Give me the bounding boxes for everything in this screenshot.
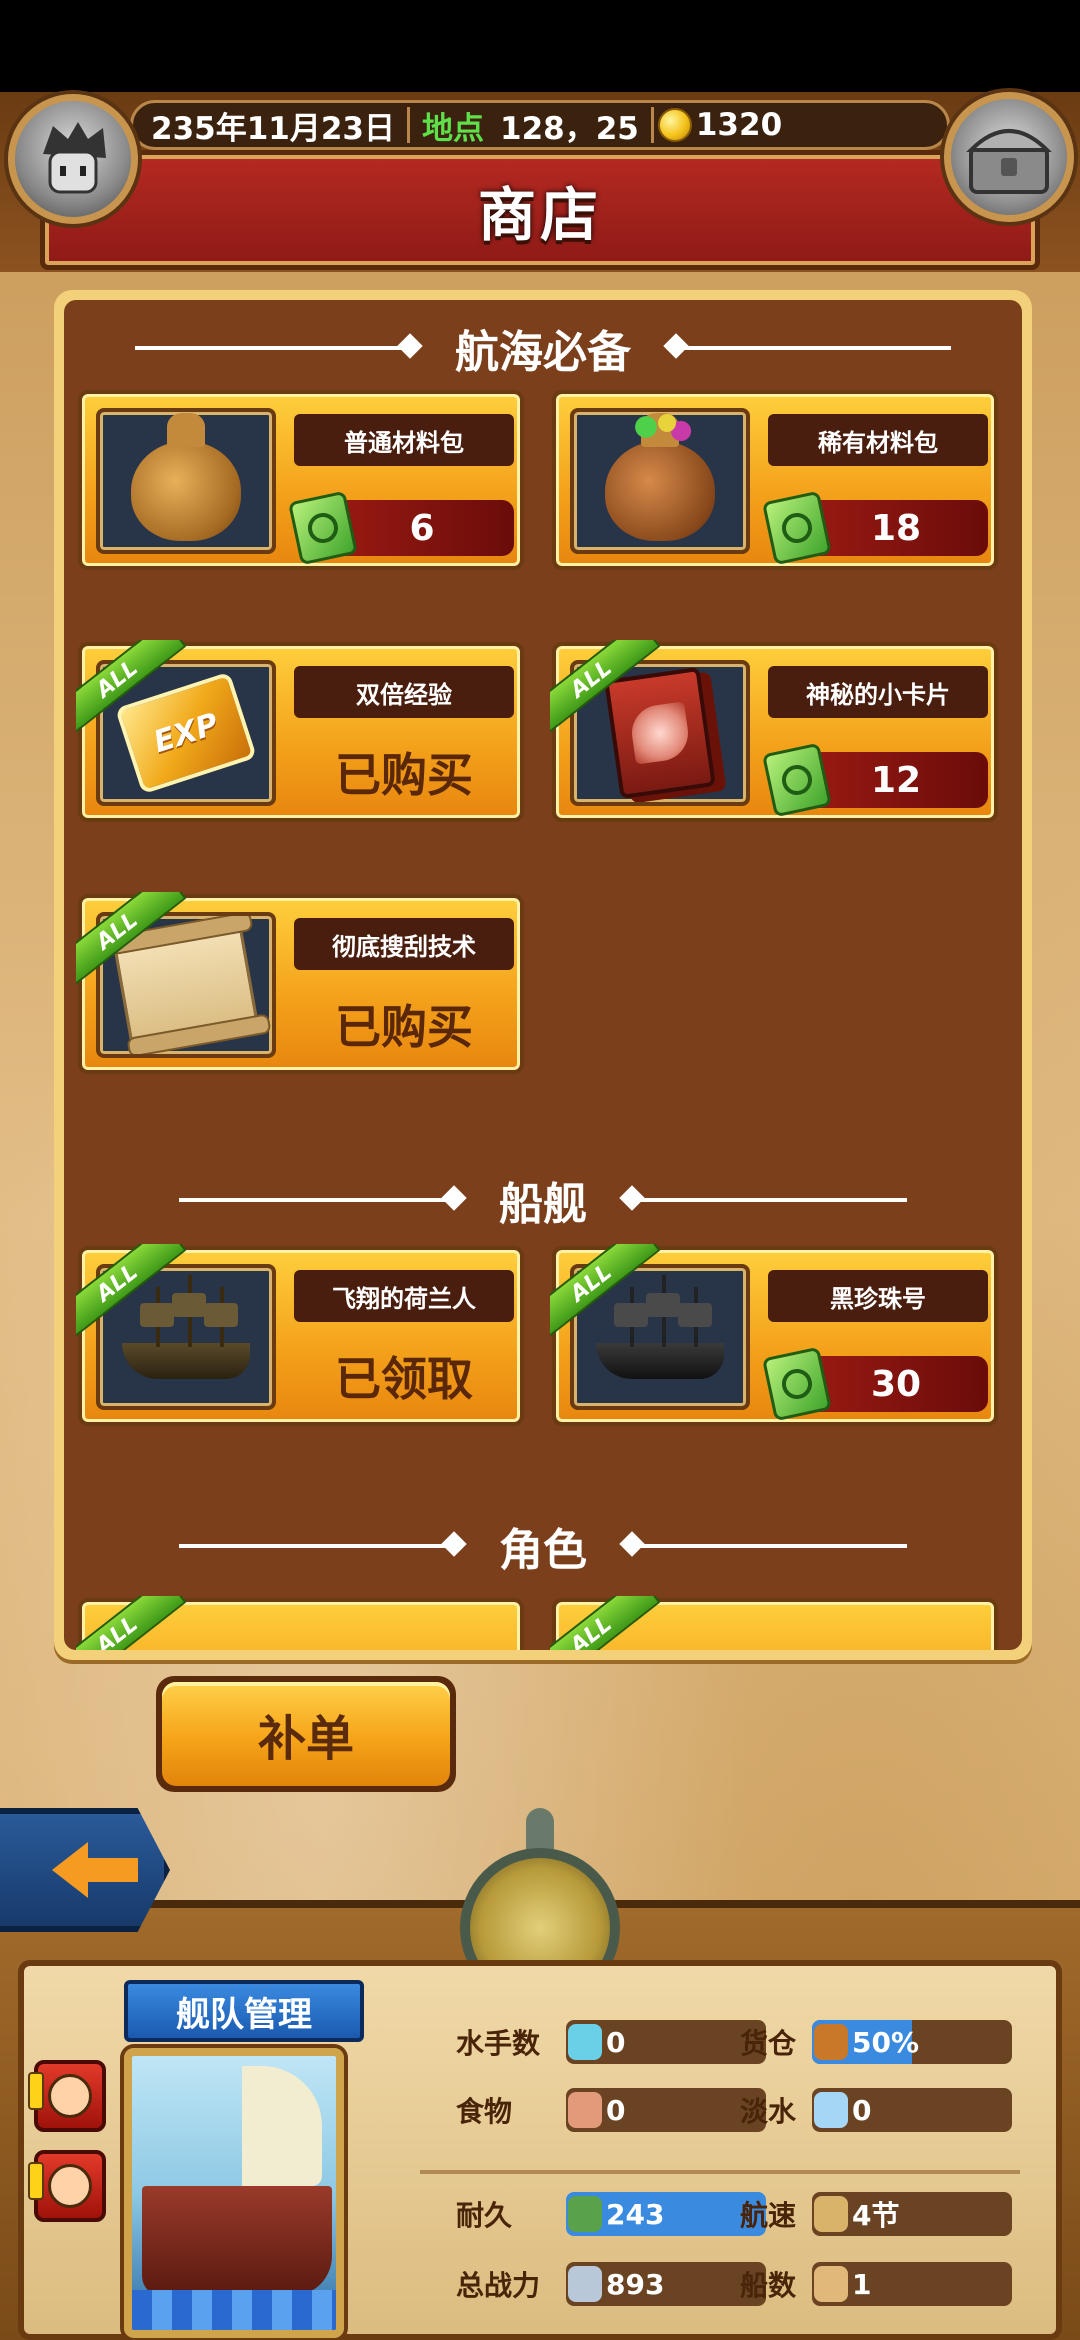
gold-value: 1320	[695, 107, 783, 143]
shop-item-mystery-card[interactable]: ALL 神秘的小卡片 12	[550, 640, 998, 822]
sailor-icon	[48, 2074, 92, 2118]
divider	[179, 1198, 459, 1202]
all-badge: ALL	[550, 1596, 660, 1650]
stat-speed: 航速 4节	[740, 2188, 1012, 2240]
shop-panel: 航海必备 普通材料包 6 稀有材料包 18 ALL EXP 双倍经验 已购买 A…	[54, 290, 1032, 1660]
sail-icon	[814, 2196, 848, 2232]
purchased-status: 已购买	[335, 748, 473, 802]
stat-power: 总战力 893	[456, 2258, 766, 2310]
cargo-crate-icon	[814, 2024, 848, 2060]
item-name: 普通材料包	[294, 414, 514, 466]
divider	[420, 2170, 1020, 2174]
shop-item-flying-dutchman[interactable]: ALL 飞翔的荷兰人 已领取	[76, 1244, 524, 1426]
rare-material-bag-icon	[570, 408, 750, 554]
shop-item-normal-material-pack[interactable]: 普通材料包 6	[78, 390, 524, 570]
item-name: 飞翔的荷兰人	[294, 1270, 514, 1322]
alert-icon	[28, 2162, 44, 2200]
location-value: 128，25	[500, 110, 639, 147]
shop-item-character-partial[interactable]: ALL	[76, 1596, 524, 1650]
stat-durability: 耐久 243	[456, 2188, 766, 2240]
all-badge: ALL	[76, 1244, 186, 1354]
sailor-alert-button[interactable]	[28, 2060, 106, 2132]
divider	[135, 346, 415, 350]
title-banner: 商店	[40, 150, 1040, 270]
player-avatar[interactable]	[8, 94, 138, 224]
captain-alert-button[interactable]	[28, 2150, 106, 2222]
alert-icon	[28, 2072, 44, 2110]
claimed-status: 已领取	[335, 1352, 473, 1406]
all-badge: ALL	[550, 1244, 660, 1354]
meat-icon	[568, 2092, 602, 2128]
sailor-icon	[568, 2024, 602, 2060]
status-bar	[0, 0, 1080, 92]
gold-coin-icon	[657, 108, 692, 142]
divider	[179, 1544, 459, 1548]
section-title: 船舰	[499, 1179, 587, 1230]
stat-sailors: 水手数 0	[456, 2016, 766, 2068]
item-name: 黑珍珠号	[768, 1270, 988, 1322]
divider	[627, 1198, 907, 1202]
item-price: 18	[804, 500, 988, 556]
divider	[650, 107, 654, 143]
pirate-face-icon	[43, 122, 106, 194]
all-badge: ALL	[76, 640, 186, 750]
item-name: 神秘的小卡片	[768, 666, 988, 718]
item-name: 双倍经验	[294, 666, 514, 718]
buy-price-button[interactable]: 12	[761, 742, 988, 818]
stat-water: 淡水 0	[740, 2084, 1012, 2136]
shop-item-character-partial[interactable]: ALL	[550, 1596, 998, 1650]
buy-price-button[interactable]: 6	[287, 490, 514, 566]
reorder-button-label: 补单	[162, 1682, 450, 1786]
item-price: 12	[804, 752, 988, 808]
all-badge: ALL	[76, 892, 186, 1002]
location-label: 地点	[422, 110, 484, 147]
divider	[627, 1544, 907, 1548]
info-bar: 235年11月23日 地点 128，25 1320	[130, 100, 950, 150]
fleet-management-button[interactable]: 舰队管理	[124, 1980, 364, 2042]
shop-item-black-pearl[interactable]: ALL 黑珍珠号 30	[550, 1244, 998, 1426]
purchased-status: 已购买	[335, 1000, 473, 1054]
reorder-button[interactable]: 补单	[156, 1676, 456, 1792]
divider	[407, 107, 410, 143]
all-badge: ALL	[76, 1596, 186, 1650]
pirate-captain-icon	[48, 2164, 92, 2208]
item-name: 稀有材料包	[768, 414, 988, 466]
shop-item-thorough-search[interactable]: ALL 彻底搜刮技术 已购买	[76, 892, 524, 1074]
all-badge: ALL	[550, 640, 660, 750]
item-price: 30	[804, 1356, 988, 1412]
treasure-chest-icon	[966, 129, 1052, 194]
stat-ships: 船数 1	[740, 2258, 1012, 2310]
item-name: 彻底搜刮技术	[294, 918, 514, 970]
stat-cargo: 货仓 50%	[740, 2016, 1012, 2068]
shop-list[interactable]: 航海必备 普通材料包 6 稀有材料包 18 ALL EXP 双倍经验 已购买 A…	[64, 300, 1022, 1650]
divider	[671, 346, 951, 350]
boat-icon	[814, 2266, 848, 2302]
section-header-ships: 船舰	[64, 1170, 1022, 1230]
ship-portrait[interactable]	[124, 2048, 344, 2338]
material-bag-icon	[96, 408, 276, 554]
fleet-title: 舰队管理	[176, 1994, 312, 2035]
date-text: 235年11月23日	[151, 110, 395, 147]
buy-price-button[interactable]: 18	[761, 490, 988, 566]
back-button[interactable]	[0, 1808, 170, 1932]
section-header-voyage: 航海必备	[64, 318, 1022, 378]
shop-item-rare-material-pack[interactable]: 稀有材料包 18	[552, 390, 998, 570]
section-title: 航海必备	[455, 327, 631, 378]
section-title: 角色	[499, 1525, 587, 1576]
shop-item-double-exp[interactable]: ALL EXP 双倍经验 已购买	[76, 640, 524, 822]
ship-hull-icon	[568, 2196, 602, 2232]
water-jug-icon	[814, 2092, 848, 2128]
item-price: 6	[330, 500, 514, 556]
back-arrow-icon	[52, 1842, 138, 1898]
buy-price-button[interactable]: 30	[761, 1346, 988, 1422]
swords-icon	[568, 2266, 602, 2302]
treasure-chest-button[interactable]	[944, 92, 1074, 222]
page-title: 商店	[477, 181, 602, 249]
stat-food: 食物 0	[456, 2084, 766, 2136]
game-screen: 商店 235年11月23日 地点 128，25 1320 航海必备 普通材料包 …	[0, 0, 1080, 2340]
section-header-characters: 角色	[64, 1516, 1022, 1576]
